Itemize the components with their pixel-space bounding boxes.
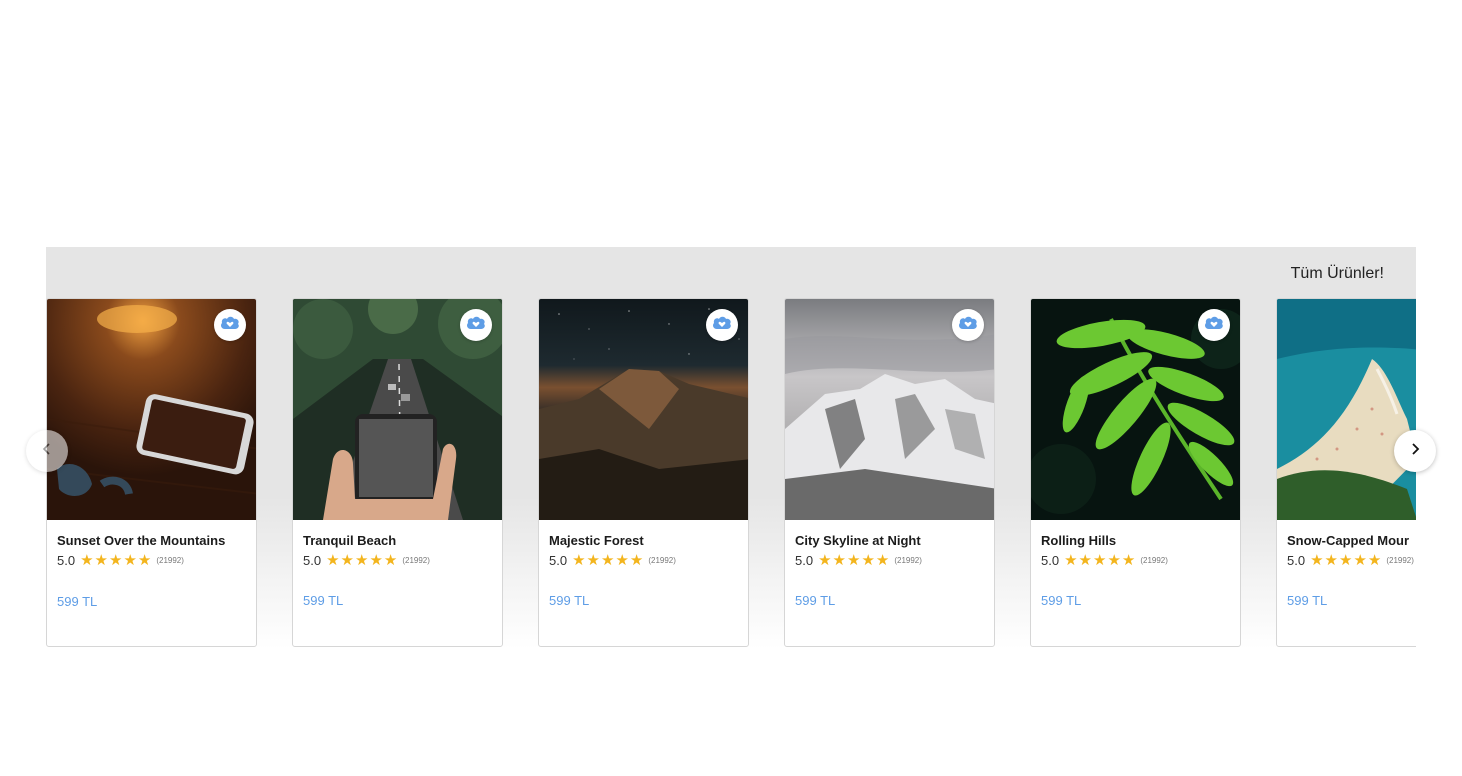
product-price: 599 TL (549, 593, 590, 608)
product-card[interactable]: Snow-Capped Mour 5.0 ★ ★ ★ ★ ★ (21992) 599 T… (1276, 298, 1416, 647)
rating-stars: ★ ★ ★ ★ ★ (818, 553, 890, 568)
product-title[interactable]: Rolling Hills (1041, 533, 1116, 548)
heart-cloud-icon (1204, 315, 1224, 336)
rating-value: 5.0 (57, 553, 76, 568)
heart-cloud-icon (466, 315, 486, 336)
star-icon: ★ (629, 552, 644, 569)
product-card[interactable]: Sunset Over the Mountains 5.0 ★ ★ ★ ★ ★ (219… (46, 298, 257, 647)
product-card[interactable]: City Skyline at Night 5.0 ★ ★ ★ ★ ★ (21992) … (784, 298, 995, 647)
favorite-button[interactable] (1198, 309, 1230, 341)
carousel-next-button[interactable] (1394, 430, 1436, 472)
star-icon: ★ (818, 552, 832, 569)
star-icon: ★ (1338, 552, 1353, 569)
star-icon: ★ (369, 552, 383, 569)
star-icon: ★ (586, 552, 600, 569)
product-title[interactable]: City Skyline at Night (795, 533, 921, 548)
favorite-button[interactable] (952, 309, 984, 341)
star-icon: ★ (80, 552, 94, 569)
rating-stars: ★ ★ ★ ★ ★ (326, 553, 398, 568)
star-icon: ★ (1078, 552, 1092, 569)
star-icon: ★ (108, 552, 123, 569)
review-count: (21992) (1140, 556, 1168, 565)
star-icon: ★ (137, 552, 152, 569)
rating-row: 5.0 ★ ★ ★ ★ ★ (21992) (1041, 553, 1168, 568)
review-count: (21992) (1386, 556, 1414, 565)
product-title[interactable]: Tranquil Beach (303, 533, 396, 548)
review-count: (21992) (648, 556, 676, 565)
product-card[interactable]: Tranquil Beach 5.0 ★ ★ ★ ★ ★ (21992) 599 TL (292, 298, 503, 647)
product-carousel-section: Tüm Ürünler! Sunset Over the Mountains 5… (46, 247, 1416, 649)
rating-value: 5.0 (795, 553, 814, 568)
product-price: 599 TL (795, 593, 836, 608)
star-icon: ★ (1310, 552, 1324, 569)
star-icon: ★ (875, 552, 890, 569)
star-icon: ★ (123, 552, 137, 569)
favorite-button[interactable] (706, 309, 738, 341)
heart-cloud-icon (220, 315, 240, 336)
rating-value: 5.0 (303, 553, 322, 568)
star-icon: ★ (861, 552, 875, 569)
star-icon: ★ (572, 552, 586, 569)
rating-value: 5.0 (1041, 553, 1060, 568)
star-icon: ★ (1367, 552, 1382, 569)
rating-stars: ★ ★ ★ ★ ★ (1310, 553, 1382, 568)
chevron-right-icon (1408, 442, 1422, 461)
product-card[interactable]: Majestic Forest 5.0 ★ ★ ★ ★ ★ (21992) 599 TL (538, 298, 749, 647)
rating-row: 5.0 ★ ★ ★ ★ ★ (21992) (57, 553, 184, 568)
rating-value: 5.0 (1287, 553, 1306, 568)
rating-row: 5.0 ★ ★ ★ ★ ★ (21992) (795, 553, 922, 568)
star-icon: ★ (600, 552, 615, 569)
star-icon: ★ (326, 552, 340, 569)
rating-row: 5.0 ★ ★ ★ ★ ★ (21992) (303, 553, 430, 568)
favorite-button[interactable] (460, 309, 492, 341)
product-image[interactable] (1277, 299, 1416, 520)
product-price: 599 TL (303, 593, 344, 608)
chevron-left-icon (40, 442, 54, 461)
star-icon: ★ (1121, 552, 1136, 569)
product-title[interactable]: Sunset Over the Mountains (57, 533, 225, 548)
star-icon: ★ (1324, 552, 1338, 569)
star-icon: ★ (846, 552, 861, 569)
review-count: (21992) (402, 556, 430, 565)
heart-cloud-icon (958, 315, 978, 336)
product-price: 599 TL (57, 594, 98, 609)
rating-stars: ★ ★ ★ ★ ★ (80, 553, 152, 568)
favorite-button[interactable] (214, 309, 246, 341)
all-products-link[interactable]: Tüm Ürünler! (1291, 265, 1384, 283)
star-icon: ★ (1064, 552, 1078, 569)
rating-value: 5.0 (549, 553, 568, 568)
rating-row: 5.0 ★ ★ ★ ★ ★ (21992) (549, 553, 676, 568)
star-icon: ★ (1107, 552, 1121, 569)
star-icon: ★ (354, 552, 369, 569)
product-title[interactable]: Majestic Forest (549, 533, 644, 548)
star-icon: ★ (340, 552, 354, 569)
rating-row: 5.0 ★ ★ ★ ★ ★ (21992) (1287, 553, 1414, 568)
star-icon: ★ (615, 552, 629, 569)
rating-stars: ★ ★ ★ ★ ★ (1064, 553, 1136, 568)
heart-cloud-icon (712, 315, 732, 336)
rating-stars: ★ ★ ★ ★ ★ (572, 553, 644, 568)
star-icon: ★ (1092, 552, 1107, 569)
product-price: 599 TL (1287, 593, 1328, 608)
review-count: (21992) (894, 556, 922, 565)
star-icon: ★ (383, 552, 398, 569)
product-title[interactable]: Snow-Capped Mour (1287, 533, 1409, 548)
carousel-prev-button[interactable] (26, 430, 68, 472)
carousel-track: Sunset Over the Mountains 5.0 ★ ★ ★ ★ ★ (219… (46, 298, 1416, 649)
product-card[interactable]: Rolling Hills 5.0 ★ ★ ★ ★ ★ (21992) 599 TL (1030, 298, 1241, 647)
review-count: (21992) (156, 556, 184, 565)
product-price: 599 TL (1041, 593, 1082, 608)
star-icon: ★ (1353, 552, 1367, 569)
star-icon: ★ (94, 552, 108, 569)
star-icon: ★ (832, 552, 846, 569)
